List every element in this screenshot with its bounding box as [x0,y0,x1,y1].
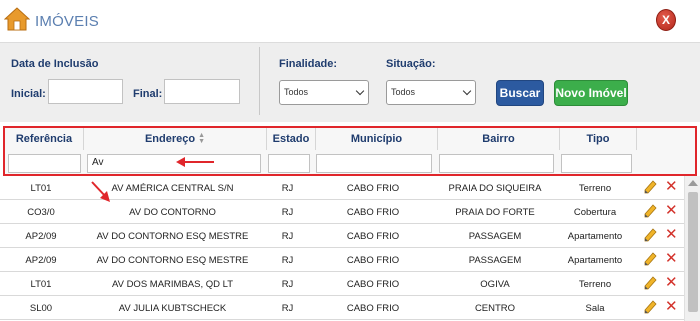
pencil-icon[interactable] [643,300,657,316]
purpose-select-value: Todos [284,87,309,97]
cell-city: CABO FRIO [346,254,400,266]
column-header-reference[interactable]: Referência [5,128,84,150]
table-row[interactable]: LT01 AV AMÉRICA CENTRAL S/N RJ CABO FRIO… [0,176,684,200]
city-filter-input[interactable] [316,154,432,173]
table-row[interactable]: CO3/0 AV DO CONTORNO RJ CABO FRIO PRAIA … [0,200,684,224]
final-date-label: Final: [133,88,163,100]
table-row[interactable]: SL00 AV JULIA KUBTSCHECK RJ CABO FRIO CE… [0,296,684,320]
cell-reference: AP2/09 [25,254,57,266]
sort-icon[interactable]: ▲ ▼ [198,132,205,145]
reference-filter-input[interactable] [8,154,81,173]
page-title: IMÓVEIS [35,13,99,30]
cell-type: Apartamento [567,230,623,242]
filter-divider [259,47,260,115]
table-row[interactable]: AP2/09 AV DO CONTORNO ESQ MESTRE RJ CABO… [0,224,684,248]
cell-city: CABO FRIO [346,278,400,290]
cell-state: RJ [281,206,294,218]
cell-district: OGIVA [480,278,510,290]
status-select-value: Todos [391,87,416,97]
delete-x-icon[interactable]: ✕ [665,227,678,243]
title-bar: IMÓVEIS X [0,0,700,42]
type-filter-input[interactable] [561,154,632,173]
cell-state: RJ [281,230,294,242]
scroll-up-arrow-icon[interactable] [688,180,698,186]
cell-district: PRAIA DO SIQUEIRA [448,182,542,194]
column-header-type[interactable]: Tipo [560,128,637,150]
cell-reference: AP2/09 [25,230,57,242]
delete-x-icon[interactable]: ✕ [665,203,678,219]
address-filter-input[interactable]: Av [87,154,261,173]
search-button[interactable]: Buscar [496,80,544,106]
cell-state: RJ [281,302,294,314]
delete-x-icon[interactable]: ✕ [665,179,678,195]
pencil-icon[interactable] [643,204,657,220]
status-select[interactable]: Todos [386,80,476,105]
pencil-icon[interactable] [643,228,657,244]
filter-panel: Data de Inclusão Inicial: Final: Finalid… [0,42,700,122]
cell-city: CABO FRIO [346,182,400,194]
cell-state: RJ [281,254,294,266]
cell-city: CABO FRIO [346,230,400,242]
delete-x-icon[interactable]: ✕ [665,275,678,291]
cell-address: AV AMÉRICA CENTRAL S/N [111,182,234,194]
purpose-select[interactable]: Todos [279,80,369,105]
cell-reference: LT01 [30,182,52,194]
cell-address: AV DO CONTORNO ESQ MESTRE [96,230,249,242]
vertical-scrollbar[interactable] [684,176,700,321]
purpose-label: Finalidade: [279,58,338,70]
column-header-address-label: Endereço [144,133,196,145]
pencil-icon[interactable] [643,276,657,292]
new-property-button[interactable]: Novo Imóvel [554,80,628,106]
close-icon[interactable]: X [656,9,676,31]
table-row[interactable]: AP2/09 AV DO CONTORNO ESQ MESTRE RJ CABO… [0,248,684,272]
district-filter-input[interactable] [439,154,554,173]
column-header-address[interactable]: Endereço ▲ ▼ [84,128,267,150]
initial-date-input[interactable] [48,79,123,104]
cell-reference: SL00 [29,302,53,314]
cell-reference: CO3/0 [27,206,55,218]
scrollbar-thumb[interactable] [688,192,698,312]
column-header-state[interactable]: Estado [267,128,316,150]
chevron-down-icon [462,86,472,96]
cell-address: AV DO CONTORNO ESQ MESTRE [96,254,249,266]
pencil-icon[interactable] [643,180,657,196]
cell-state: RJ [281,278,294,290]
column-header-city[interactable]: Município [316,128,438,150]
date-group-label: Data de Inclusão [11,58,99,70]
pencil-icon[interactable] [643,252,657,268]
table-header: Referência Endereço ▲ ▼ Estado Município … [3,126,697,176]
cell-type: Terreno [578,278,612,290]
cell-state: RJ [281,182,294,194]
cell-type: Apartamento [567,254,623,266]
cell-type: Cobertura [573,206,617,218]
cell-district: PASSAGEM [468,230,522,242]
status-label: Situação: [386,58,436,70]
cell-reference: LT01 [30,278,52,290]
chevron-down-icon [355,86,365,96]
final-date-input[interactable] [164,79,240,104]
cell-address: AV JULIA KUBTSCHECK [118,302,227,314]
table-row[interactable]: LT01 AV DOS MARIMBAS, QD LT RJ CABO FRIO… [0,272,684,296]
home-icon[interactable] [4,6,30,32]
cell-district: PASSAGEM [468,254,522,266]
cell-type: Sala [585,302,605,314]
cell-city: CABO FRIO [346,302,400,314]
column-header-district[interactable]: Bairro [438,128,560,150]
cell-address: AV DO CONTORNO [129,206,216,218]
cell-city: CABO FRIO [346,206,400,218]
cell-address: AV DOS MARIMBAS, QD LT [111,278,234,290]
cell-district: PRAIA DO FORTE [455,206,535,218]
delete-x-icon[interactable]: ✕ [665,251,678,267]
state-filter-input[interactable] [268,154,310,173]
initial-date-label: Inicial: [11,88,46,100]
cell-district: CENTRO [474,302,516,314]
cell-type: Terreno [578,182,612,194]
delete-x-icon[interactable]: ✕ [665,299,678,315]
